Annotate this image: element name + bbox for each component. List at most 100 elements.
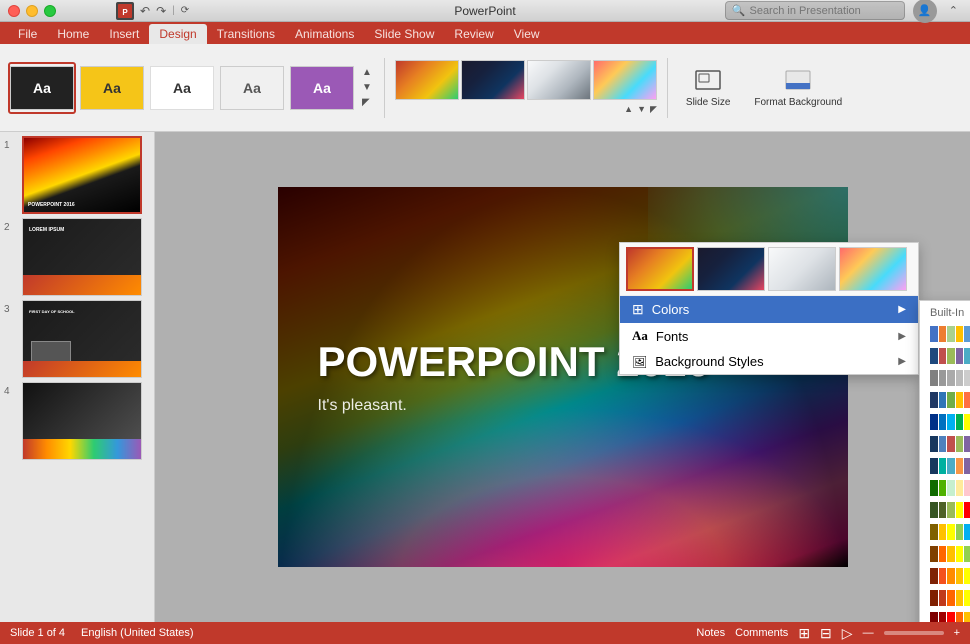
color-option-orange-red[interactable]: Orange Red bbox=[920, 587, 970, 609]
tab-view[interactable]: View bbox=[504, 24, 550, 44]
bg-styles-icon: 🖼 bbox=[632, 355, 647, 369]
variant-opt-3[interactable] bbox=[768, 247, 836, 291]
search-bar[interactable]: 🔍 bbox=[725, 1, 905, 20]
variant-4[interactable] bbox=[593, 60, 657, 100]
redo-btn[interactable]: ↷ bbox=[156, 4, 166, 18]
fonts-icon: Aa bbox=[632, 328, 648, 344]
variant-opt-4[interactable] bbox=[839, 247, 907, 291]
theme-1[interactable]: Aa bbox=[8, 62, 76, 114]
colors-arrow-icon: ▶ bbox=[898, 304, 906, 315]
color-option-blue-green[interactable]: Blue Green bbox=[920, 455, 970, 477]
svg-text:P: P bbox=[122, 8, 128, 17]
variant-more[interactable]: ◤ bbox=[650, 104, 657, 115]
divider-1 bbox=[384, 58, 385, 118]
zoom-slider[interactable] bbox=[884, 631, 944, 635]
view-normal-btn[interactable]: ⊞ bbox=[798, 625, 810, 642]
maximize-button[interactable] bbox=[44, 5, 56, 17]
tab-slideshow[interactable]: Slide Show bbox=[364, 24, 444, 44]
variant-3[interactable] bbox=[527, 60, 591, 100]
slide-2-text: LOREM IPSUM bbox=[29, 227, 137, 233]
tab-home[interactable]: Home bbox=[47, 24, 99, 44]
ribbon-toolbar: Aa Aa Aa Aa Aa ▲ ▼ ◤ bbox=[0, 44, 970, 132]
zoom-level: — bbox=[863, 627, 874, 639]
theme-5[interactable]: Aa bbox=[288, 62, 356, 114]
theme-scroll[interactable]: ▲ ▼ ◤ bbox=[360, 67, 374, 108]
view-grid-btn[interactable]: ⊟ bbox=[820, 625, 832, 642]
slide-area: POWERPOINT 2016 It's pleasant. ⊞ Colors bbox=[155, 132, 970, 622]
notes-button[interactable]: Notes bbox=[696, 627, 725, 639]
right-buttons: Slide Size Format Background bbox=[678, 63, 850, 112]
fonts-arrow-icon: ▶ bbox=[898, 331, 906, 342]
view-reading-btn[interactable]: ▷ bbox=[842, 625, 853, 642]
scroll-down-icon[interactable]: ▼ bbox=[362, 82, 372, 93]
tab-animations[interactable]: Animations bbox=[285, 24, 364, 44]
slide-1-text: POWERPOINT 2016 bbox=[28, 202, 136, 208]
slide-thumb-1[interactable]: 1 POWERPOINT 2016 bbox=[4, 136, 150, 214]
color-option-yellow-orange[interactable]: Yellow Orange bbox=[920, 543, 970, 565]
slide-preview-1: POWERPOINT 2016 bbox=[22, 136, 142, 214]
color-option-blue[interactable]: Blue bbox=[920, 411, 970, 433]
menu-item-colors[interactable]: ⊞ Colors ▶ bbox=[620, 296, 918, 323]
color-option-orange[interactable]: Orange bbox=[920, 565, 970, 587]
tab-insert[interactable]: Insert bbox=[99, 24, 149, 44]
theme-4-thumb: Aa bbox=[220, 66, 284, 110]
slide-preview-4 bbox=[22, 382, 142, 460]
variant-opt-2[interactable] bbox=[697, 247, 765, 291]
color-option-red-orange[interactable]: Red Orange bbox=[920, 609, 970, 622]
tab-transitions[interactable]: Transitions bbox=[207, 24, 285, 44]
zoom-in-btn[interactable]: + bbox=[954, 627, 960, 639]
slide-preview-3: FIRST DAY OF SCHOOL bbox=[22, 300, 142, 378]
format-bg-label: Format Background bbox=[754, 97, 842, 108]
theme-3[interactable]: Aa bbox=[148, 62, 216, 114]
user-avatar[interactable]: 👤 bbox=[913, 0, 937, 23]
fonts-label: Fonts bbox=[656, 329, 689, 344]
autosave-icon: ⟳ bbox=[181, 5, 189, 16]
bg-styles-arrow-icon: ▶ bbox=[898, 356, 906, 367]
ribbon-tabs: File Home Insert Design Transitions Anim… bbox=[0, 22, 970, 44]
theme-5-thumb: Aa bbox=[290, 66, 354, 110]
undo-btn[interactable]: ↶ bbox=[140, 4, 150, 18]
slide-size-icon bbox=[694, 67, 722, 95]
menu-item-bg-styles[interactable]: 🖼 Background Styles ▶ bbox=[620, 349, 918, 374]
format-background-button[interactable]: Format Background bbox=[746, 63, 850, 112]
statusbar: Slide 1 of 4 English (United States) Not… bbox=[0, 622, 970, 644]
slide-panel: 1 POWERPOINT 2016 2 LOREM IPSUM 3 FIRST … bbox=[0, 132, 155, 622]
window-controls[interactable] bbox=[8, 5, 56, 17]
variants-section: ▲ ▼ ◤ bbox=[395, 60, 657, 115]
slide-thumb-3[interactable]: 3 FIRST DAY OF SCHOOL bbox=[4, 300, 150, 378]
color-option-office-2007-2010[interactable]: Office 2007-2010 bbox=[920, 345, 970, 367]
slide-thumb-2[interactable]: 2 LOREM IPSUM bbox=[4, 218, 150, 296]
slide-thumb-4[interactable]: 4 bbox=[4, 382, 150, 460]
variant-2[interactable] bbox=[461, 60, 525, 100]
tab-review[interactable]: Review bbox=[444, 24, 503, 44]
main-content: 1 POWERPOINT 2016 2 LOREM IPSUM 3 FIRST … bbox=[0, 132, 970, 622]
color-option-blue-ii[interactable]: Blue II bbox=[920, 433, 970, 455]
variant-1[interactable] bbox=[395, 60, 459, 100]
chevron-down-icon[interactable]: ⌃ bbox=[945, 4, 962, 17]
color-option-yellow[interactable]: Yellow bbox=[920, 521, 970, 543]
slide-size-button[interactable]: Slide Size bbox=[678, 63, 738, 112]
color-option-office[interactable]: Office bbox=[920, 323, 970, 345]
comments-button[interactable]: Comments bbox=[735, 627, 788, 639]
color-option-green[interactable]: Green bbox=[920, 477, 970, 499]
color-option-blue-warm[interactable]: Blue Warm bbox=[920, 389, 970, 411]
variant-scroll-down[interactable]: ▼ bbox=[637, 104, 646, 115]
slide-num-3: 3 bbox=[4, 300, 18, 315]
more-icon[interactable]: ◤ bbox=[362, 97, 372, 108]
variant-scroll-up[interactable]: ▲ bbox=[624, 104, 633, 115]
tab-file[interactable]: File bbox=[8, 24, 47, 44]
close-button[interactable] bbox=[8, 5, 20, 17]
slide-preview-2: LOREM IPSUM bbox=[22, 218, 142, 296]
minimize-button[interactable] bbox=[26, 5, 38, 17]
variant-opt-1[interactable] bbox=[626, 247, 694, 291]
slide-subtitle: It's pleasant. bbox=[318, 397, 808, 415]
menu-item-fonts[interactable]: Aa Fonts ▶ bbox=[620, 323, 918, 349]
scroll-up-icon[interactable]: ▲ bbox=[362, 67, 372, 78]
color-option-grayscale[interactable]: Grayscale bbox=[920, 367, 970, 389]
theme-2[interactable]: Aa bbox=[78, 62, 146, 114]
color-options-list: OfficeOffice 2007-2010GrayscaleBlue Warm… bbox=[920, 323, 970, 622]
theme-4[interactable]: Aa bbox=[218, 62, 286, 114]
tab-design[interactable]: Design bbox=[149, 24, 206, 44]
color-option-green-yellow[interactable]: Green Yellow bbox=[920, 499, 970, 521]
search-input[interactable] bbox=[749, 5, 889, 17]
